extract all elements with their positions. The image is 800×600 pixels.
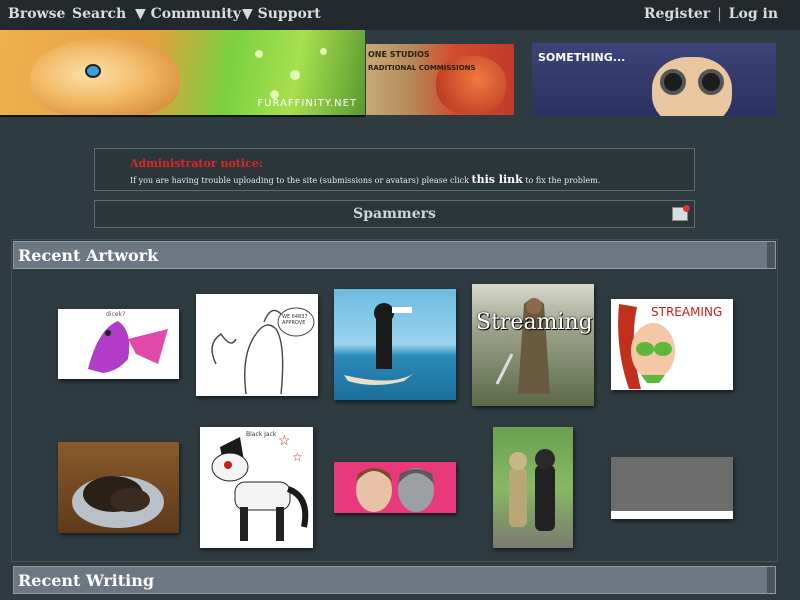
banner-fox-art <box>30 38 180 115</box>
recent-writing-title: Recent Writing <box>18 571 155 590</box>
ad-banner-something[interactable]: SOMETHING... <box>532 43 776 116</box>
notice-text-before: If you are having trouble uploading to t… <box>130 176 472 185</box>
admin-notice: Administrator notice: If you are having … <box>94 148 695 191</box>
header-edge <box>767 567 775 593</box>
thumb-purple-dragon[interactable]: dicek? <box>58 309 179 379</box>
svg-text:☆: ☆ <box>292 450 303 464</box>
site-banner[interactable]: FURAFFINITY.NET <box>0 30 365 117</box>
goggle-left <box>660 69 686 95</box>
thumb-puppies-basket[interactable] <box>58 442 179 533</box>
ad-caption: SOMETHING... <box>538 51 626 64</box>
nav-community-menu[interactable]: ▼ Community <box>135 6 241 22</box>
nav-support-menu[interactable]: ▼ Support <box>242 6 321 22</box>
account-links: Register | Log in <box>644 6 778 22</box>
header-edge <box>767 242 775 268</box>
ad-line2: RADITIONAL COMMISSIONS <box>368 64 476 72</box>
login-link[interactable]: Log in <box>729 6 778 22</box>
thumb-strip <box>611 511 733 519</box>
site-wordmark: FURAFFINITY.NET <box>257 98 357 109</box>
recent-artwork-title: Recent Artwork <box>18 246 159 265</box>
sketch-art <box>211 307 315 395</box>
speech-bubble-text: WE 64837 APPROVE <box>282 314 308 326</box>
pony-art: ☆ ☆ <box>211 433 309 541</box>
thumb-streaming-bikini[interactable]: STREAMING <box>611 299 733 390</box>
fursuits-art <box>509 449 555 531</box>
notice-fix-link[interactable]: this link <box>472 173 523 186</box>
nav-search-link[interactable]: Search <box>72 6 126 22</box>
pony-caption: Black Jack <box>246 431 277 438</box>
streaming-text: Streaming <box>476 310 593 335</box>
warrior-art <box>495 298 550 394</box>
register-link[interactable]: Register <box>644 6 710 22</box>
thumb-caption: dicek? <box>106 311 126 318</box>
thumb-gray-placeholder[interactable] <box>611 457 733 519</box>
boat-art <box>344 303 414 385</box>
ad-line1: ONE STUDIOS <box>368 50 430 59</box>
two-faces-art <box>356 468 434 512</box>
notice-body: If you are having trouble uploading to t… <box>130 173 600 186</box>
thumb-fursuits-outdoors[interactable] <box>493 427 573 548</box>
goggle-right <box>698 69 724 95</box>
ad-banner-commissions[interactable]: ONE STUDIOS RADITIONAL COMMISSIONS <box>366 44 514 115</box>
report-icon[interactable] <box>672 205 690 221</box>
purple-dragon-art <box>88 321 168 373</box>
puppies-art <box>72 476 164 528</box>
top-nav: Browse Search ▼ Community ▼ Support Regi… <box>0 0 800 30</box>
thumb-two-faces[interactable] <box>334 462 456 513</box>
thumb-striped-pony[interactable]: ☆ ☆ Black Jack <box>200 427 313 548</box>
recent-writing-header: Recent Writing <box>13 566 776 594</box>
thumb-sketch-character[interactable]: WE 64837 APPROVE <box>196 294 318 396</box>
svg-text:☆: ☆ <box>278 433 291 449</box>
spammers-bar[interactable]: Spammers <box>94 200 695 228</box>
nav-separator: | <box>717 6 722 22</box>
spammers-label: Spammers <box>353 206 436 222</box>
nav-browse-link[interactable]: Browse <box>8 6 65 22</box>
banner-fox-eye <box>85 64 101 78</box>
notice-text-after: to fix the problem. <box>522 176 601 185</box>
streaming-text-red: STREAMING <box>651 305 723 319</box>
thumb-boat-character[interactable] <box>334 289 456 400</box>
recent-artwork-header: Recent Artwork <box>13 241 776 269</box>
notice-title: Administrator notice: <box>130 157 263 170</box>
thumb-streaming-warrior[interactable]: Streaming <box>472 284 594 406</box>
